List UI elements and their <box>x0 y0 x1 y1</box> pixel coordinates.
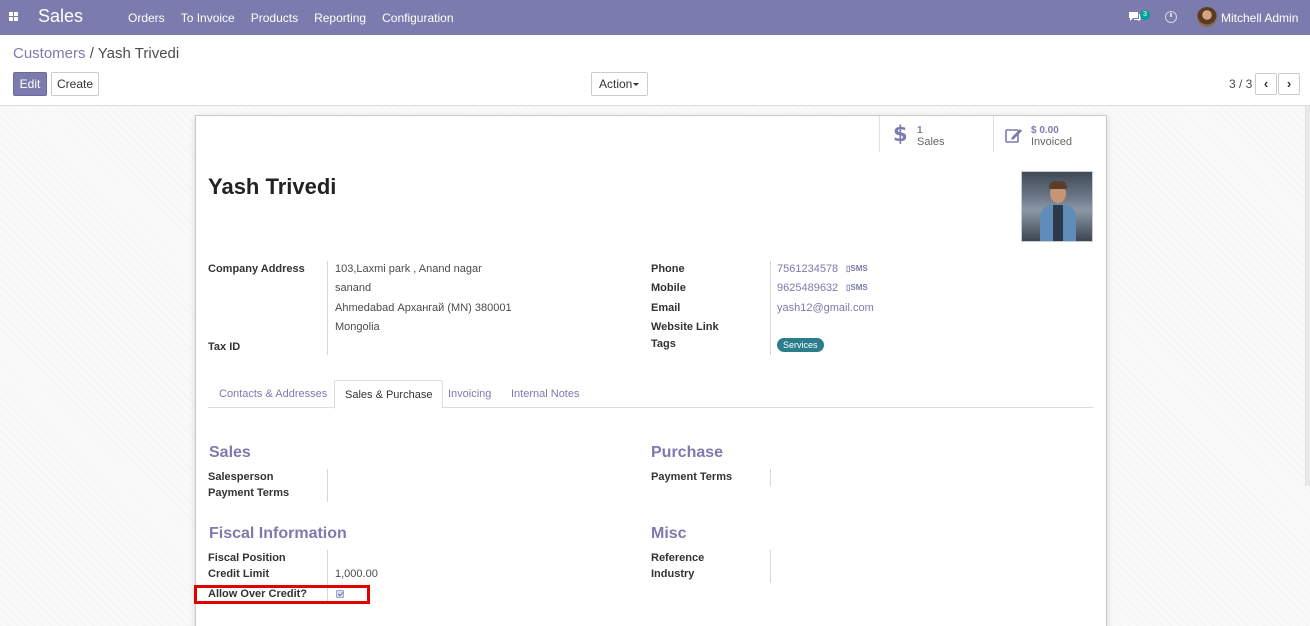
partner-photo[interactable] <box>1021 171 1093 242</box>
main-menu: Orders To Invoice Products Reporting Con… <box>128 11 470 25</box>
menu-to-invoice[interactable]: To Invoice <box>181 11 235 25</box>
control-panel: Customers / Yash Trivedi Edit Create Act… <box>0 35 1310 106</box>
tag-badge[interactable]: Services <box>777 338 824 352</box>
edit-button[interactable]: Edit <box>13 72 47 96</box>
purchase-payment-terms-label: Payment Terms <box>651 471 733 483</box>
purchase-section-title: Purchase <box>651 444 724 461</box>
address-street[interactable]: 103,Laxmi park , Anand nagar <box>335 263 482 275</box>
highlight-box <box>194 585 370 604</box>
industry-label: Industry <box>651 568 695 580</box>
credit-limit-label: Credit Limit <box>208 568 270 580</box>
field-divider <box>327 469 328 502</box>
chat-icon[interactable] <box>1128 11 1141 22</box>
action-dropdown[interactable]: Action <box>591 72 648 96</box>
menu-reporting[interactable]: Reporting <box>314 11 366 25</box>
apps-menu-icon[interactable] <box>9 12 18 21</box>
invoiced-amount: $ 0.00 <box>1031 125 1059 136</box>
form-sheet: $ 1 Sales $ 0.00 Invoiced Yash Trivedi C… <box>195 115 1107 626</box>
address-country[interactable]: Mongolia <box>335 321 380 333</box>
tab-internal-notes[interactable]: Internal Notes <box>501 380 589 408</box>
fiscal-section-title: Fiscal Information <box>209 525 347 542</box>
sales-payment-terms-label: Payment Terms <box>208 487 290 499</box>
reference-label: Reference <box>651 552 705 564</box>
email-label: Email <box>651 302 681 314</box>
menu-products[interactable]: Products <box>251 11 298 25</box>
address-street2[interactable]: sanand <box>335 282 371 294</box>
phone-sms-label: SMS <box>850 264 868 273</box>
partner-name[interactable]: Yash Trivedi <box>208 174 336 200</box>
app-name[interactable]: Sales <box>38 6 83 27</box>
misc-section-title: Misc <box>651 525 687 542</box>
sales-stat-button[interactable]: $ 1 Sales <box>879 116 993 152</box>
create-button[interactable]: Create <box>51 72 99 96</box>
tax-id-label: Tax ID <box>208 341 241 353</box>
mobile-value[interactable]: 9625489632 <box>777 282 838 294</box>
company-address-label: Company Address <box>208 263 305 275</box>
invoiced-stat-label: Invoiced <box>1031 136 1072 148</box>
tab-contacts-addresses[interactable]: Contacts & Addresses <box>209 380 337 408</box>
field-divider <box>770 550 771 583</box>
credit-limit-value[interactable]: 1,000.00 <box>335 568 378 580</box>
fiscal-position-label: Fiscal Position <box>208 552 286 564</box>
scrollbar[interactable] <box>1305 106 1310 486</box>
menu-orders[interactable]: Orders <box>128 11 165 25</box>
activity-clock-icon[interactable] <box>1165 11 1177 23</box>
breadcrumb-separator: / <box>89 45 94 62</box>
mobile-label: Mobile <box>651 282 686 294</box>
invoiced-stat-button[interactable]: $ 0.00 Invoiced <box>993 116 1107 152</box>
menu-configuration[interactable]: Configuration <box>382 11 453 25</box>
photo-shirt <box>1053 205 1063 241</box>
address-city-state-zip[interactable]: Ahmedabad Архангай (MN) 380001 <box>335 302 512 314</box>
phone-sms-link[interactable]: ▯SMS <box>846 264 868 273</box>
mobile-sms-link[interactable]: ▯SMS <box>846 283 868 292</box>
user-menu[interactable]: Mitchell Admin <box>1221 11 1298 25</box>
tab-sales-purchase[interactable]: Sales & Purchase <box>334 380 444 409</box>
photo-hair <box>1049 181 1067 189</box>
field-divider <box>770 469 771 486</box>
sales-count: 1 <box>917 125 923 136</box>
dollar-icon: $ <box>893 122 908 146</box>
salesperson-label: Salesperson <box>208 471 274 483</box>
tags-label: Tags <box>651 338 676 350</box>
phone-value[interactable]: 7561234578 <box>777 263 838 275</box>
field-divider <box>770 261 771 355</box>
field-divider <box>327 261 328 355</box>
chat-count-badge: 3 <box>1140 10 1150 20</box>
pager-next-button[interactable]: › <box>1278 73 1300 95</box>
mobile-sms-label: SMS <box>850 283 868 292</box>
breadcrumb: Customers / Yash Trivedi <box>13 45 179 62</box>
user-avatar[interactable] <box>1197 7 1217 27</box>
phone-label: Phone <box>651 263 685 275</box>
tab-invoicing[interactable]: Invoicing <box>438 380 501 408</box>
email-value[interactable]: yash12@gmail.com <box>777 302 874 314</box>
caret-down-icon <box>633 83 639 86</box>
website-link-label: Website Link <box>651 321 719 333</box>
edit-icon <box>1005 129 1022 143</box>
top-navbar: Sales Orders To Invoice Products Reporti… <box>0 0 1310 35</box>
breadcrumb-current: Yash Trivedi <box>97 45 180 62</box>
pager-previous-button[interactable]: ‹ <box>1255 73 1277 95</box>
breadcrumb-customers[interactable]: Customers <box>13 45 86 62</box>
sales-stat-label: Sales <box>917 136 945 148</box>
action-label: Action <box>599 77 633 91</box>
sales-section-title: Sales <box>209 444 251 461</box>
notebook-tabs: Contacts & Addresses Sales & Purchase In… <box>208 380 1093 409</box>
pager-value[interactable]: 3 / 3 <box>1229 77 1252 91</box>
